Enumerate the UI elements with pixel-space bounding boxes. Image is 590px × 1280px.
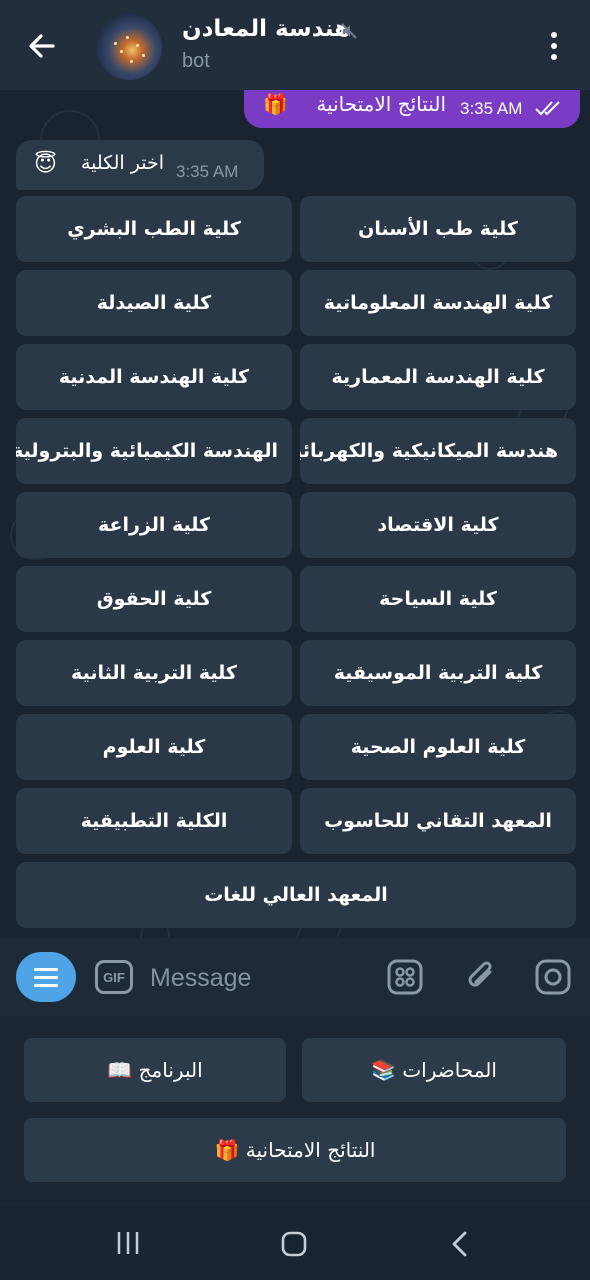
message-input[interactable]: Message (150, 958, 370, 998)
inline-button-music-education[interactable]: كلية التربية الموسيقية (300, 640, 576, 706)
gif-button[interactable]: GIF (95, 960, 133, 994)
inline-button-law[interactable]: كلية الحقوق (16, 566, 292, 632)
reply-button-program[interactable]: البرنامج 📖 (24, 1038, 286, 1102)
incoming-message[interactable]: 😇 اختر الكلية 3:35 AM (16, 140, 264, 190)
inline-button-medicine[interactable]: كلية الطب البشري (16, 196, 292, 262)
arrow-left-icon (29, 34, 55, 58)
recent-apps-icon[interactable] (114, 1230, 142, 1256)
inline-button-informatics-engineering[interactable]: كلية الهندسة المعلوماتية (300, 270, 576, 336)
chat-title: هندسة المعادن (182, 16, 351, 42)
gift-emoji: 🎁 (263, 92, 288, 116)
double-check-icon (535, 101, 560, 116)
outgoing-message-time: 3:35 AM (460, 99, 523, 118)
system-nav-bar (0, 1206, 590, 1280)
home-icon[interactable] (280, 1230, 308, 1258)
inline-button-chemical-petroleum[interactable]: الهندسة الكيميائية والبترولية (16, 418, 292, 484)
muted-speaker-icon (341, 23, 357, 39)
inline-button-agriculture[interactable]: كلية الزراعة (16, 492, 292, 558)
more-menu-button[interactable] (538, 26, 570, 66)
incoming-message-text: اختر الكلية (80, 152, 164, 174)
reply-keyboard: المحاضرات 📚 البرنامج 📖 النتائج الامتحاني… (0, 1016, 590, 1206)
inline-button-health-sciences[interactable]: كلية العلوم الصحية (300, 714, 576, 780)
chat-header: هندسة المعادن bot (0, 0, 590, 90)
inline-button-languages-institute[interactable]: المعهد العالي للغات (16, 862, 576, 928)
keyboard-grid-icon[interactable] (386, 958, 424, 996)
inline-button-mechanical-electrical[interactable]: هندسة الميكانيكية والكهربائية (300, 418, 576, 484)
inline-button-civil-engineering[interactable]: كلية الهندسة المدنية (16, 344, 292, 410)
inline-button-dentistry[interactable]: كلية طب الأسنان (300, 196, 576, 262)
bot-menu-button[interactable] (16, 952, 76, 1002)
inline-button-pharmacy[interactable]: كلية الصيدلة (16, 270, 292, 336)
inline-button-applied-college[interactable]: الكلية التطبيقية (16, 788, 292, 854)
smiling-halo-emoji: 😇 (34, 152, 57, 177)
outgoing-message[interactable]: 🎁 النتائج الامتحانية 3:35 AM (244, 90, 580, 128)
incoming-message-time: 3:35 AM (176, 162, 239, 181)
inline-button-sciences[interactable]: كلية العلوم (16, 714, 292, 780)
avatar[interactable] (96, 14, 162, 80)
chat-area[interactable]: 🎁 النتائج الامتحانية 3:35 AM 😇 اختر الكل… (0, 90, 590, 938)
inline-button-architecture[interactable]: كلية الهندسة المعمارية (300, 344, 576, 410)
outgoing-message-text: النتائج الامتحانية (316, 92, 446, 116)
inline-button-computer-institute[interactable]: المعهد التقاني للحاسوب (300, 788, 576, 854)
menu-lines-icon (34, 967, 58, 971)
reply-button-results[interactable]: النتائج الامتحانية 🎁 (24, 1118, 566, 1182)
reply-button-lectures[interactable]: المحاضرات 📚 (302, 1038, 566, 1102)
inline-button-economics[interactable]: كلية الاقتصاد (300, 492, 576, 558)
back-button[interactable] (22, 26, 62, 66)
chat-subtitle: bot (182, 50, 210, 72)
inline-button-tourism[interactable]: كلية السياحة (300, 566, 576, 632)
inline-button-second-education[interactable]: كلية التربية الثانية (16, 640, 292, 706)
camera-icon[interactable] (534, 958, 572, 996)
more-vertical-icon (551, 32, 557, 38)
attach-icon[interactable] (462, 958, 500, 996)
message-input-bar: GIF Message (0, 938, 590, 1016)
chat-title-area[interactable]: هندسة المعادن bot (182, 14, 482, 80)
nav-back-icon[interactable] (448, 1230, 472, 1258)
